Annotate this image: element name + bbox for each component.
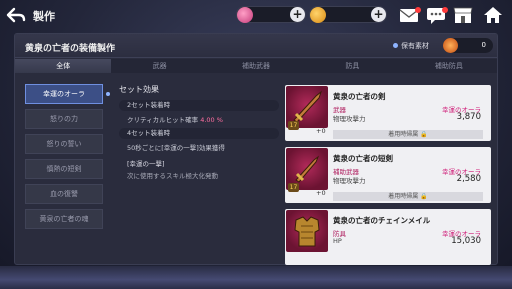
level-badge: 17 [288, 183, 299, 192]
set4-header: 4セット装着時 [119, 128, 279, 139]
equipment-value: 3,870 [456, 112, 481, 122]
equipment-list: 17 +0 黄泉の亡者の剣 武器 物理攻撃力 幸運のオーラ 3,870 着用時帰… [285, 85, 491, 265]
back-arrow-icon[interactable] [6, 5, 26, 25]
set4-effect: 50秒ごとに[幸運の一撃]効果獲得 [127, 144, 225, 152]
bind-on-equip-label: 着用時帰属 🔒 [333, 192, 483, 201]
set-effects-title: セット効果 [119, 85, 159, 94]
equipment-name: 黄泉の亡者の短剣 [333, 154, 393, 163]
panel-header: 黄泉の亡者の装備製作 保有素材 0 [15, 34, 497, 58]
owned-materials-counter: 0 [443, 38, 493, 53]
skill-description: 次に使用するスキル極大化発動 [127, 172, 218, 180]
equipment-card[interactable]: 17 +0 黄泉の亡者の剣 武器 物理攻撃力 幸運のオーラ 3,870 着用時帰… [285, 85, 491, 141]
set-effects: セット効果 2セット装着時 クリティカルヒット確率 4.00 % 4セット装着時… [119, 84, 279, 180]
tab-armor[interactable]: 防具 [304, 59, 400, 73]
level-badge: 17 [288, 121, 299, 130]
equipment-value: 15,030 [451, 236, 481, 246]
equipment-stat: 物理攻撃力 [333, 177, 366, 185]
material-icon [443, 38, 458, 53]
home-icon[interactable] [482, 5, 504, 25]
shop-icon[interactable] [452, 5, 474, 25]
equipment-name: 黄泉の亡者の剣 [333, 92, 386, 101]
set-item-power-of-rage[interactable]: 怒りの力 [25, 109, 103, 129]
set2-header: 2セット装着時 [119, 100, 279, 111]
set2-effect: クリティカルヒット確率 4.00 % [127, 116, 223, 124]
currency-gem: + [236, 6, 306, 23]
bind-on-equip-label: 着用時帰属 🔒 [333, 130, 483, 139]
top-bar: 製作 + + [0, 0, 512, 30]
panel-title: 黄泉の亡者の装備製作 [25, 44, 116, 54]
tab-all[interactable]: 全体 [15, 59, 112, 73]
add-gem-button[interactable]: + [290, 7, 305, 22]
tab-weapon[interactable]: 武器 [111, 59, 207, 73]
owned-materials-value: 0 [481, 41, 486, 49]
enhance-level: +0 [316, 189, 326, 197]
pink-gem-icon [237, 7, 253, 23]
equipment-stat: HP [333, 237, 342, 245]
set-list: 幸運のオーラ 怒りの力 怒りの誓い 慎熱の短剣 血の復讐 黄泉の亡者の魂 [25, 84, 110, 234]
equipment-stat: 物理攻撃力 [333, 115, 366, 123]
equipment-card[interactable]: 黄泉の亡者のチェインメイル 防具 HP 幸運のオーラ 15,030 [285, 209, 491, 265]
page-title: 製作 [33, 10, 55, 23]
equipment-card[interactable]: 17 +0 黄泉の亡者の短剣 補助武器 物理攻撃力 幸運のオーラ 2,580 着… [285, 147, 491, 203]
selected-indicator [106, 92, 110, 96]
tab-sub-weapon[interactable]: 補助武器 [208, 59, 304, 73]
owned-materials-label: 保有素材 [393, 41, 429, 51]
category-tabs: 全体 武器 補助武器 防具 補助防具 [15, 59, 497, 73]
set-item-dagger[interactable]: 慎熱の短剣 [25, 159, 103, 179]
tab-sub-armor[interactable]: 補助防具 [401, 59, 497, 73]
gold-coin-icon [310, 7, 326, 23]
set-item-oath-of-rage[interactable]: 怒りの誓い [25, 134, 103, 154]
background-strip [0, 266, 512, 289]
currency-gold: + [309, 6, 387, 23]
set-item-soul[interactable]: 黄泉の亡者の魂 [25, 209, 103, 229]
set-item-lucky-aura[interactable]: 幸運のオーラ [25, 84, 103, 104]
chat-icon[interactable] [425, 5, 448, 25]
equipment-value: 2,580 [456, 174, 481, 184]
crafting-panel: 黄泉の亡者の装備製作 保有素材 0 全体 武器 補助武器 防具 補助防具 幸運の… [14, 33, 498, 265]
skill-name: [幸運の一撃] [127, 160, 165, 168]
chainmail-icon [286, 210, 328, 252]
equipment-name: 黄泉の亡者のチェインメイル [333, 216, 431, 225]
enhance-level: +0 [316, 127, 326, 135]
mail-icon[interactable] [398, 5, 421, 25]
add-gold-button[interactable]: + [371, 7, 386, 22]
set-item-blood-revenge[interactable]: 血の復讐 [25, 184, 103, 204]
